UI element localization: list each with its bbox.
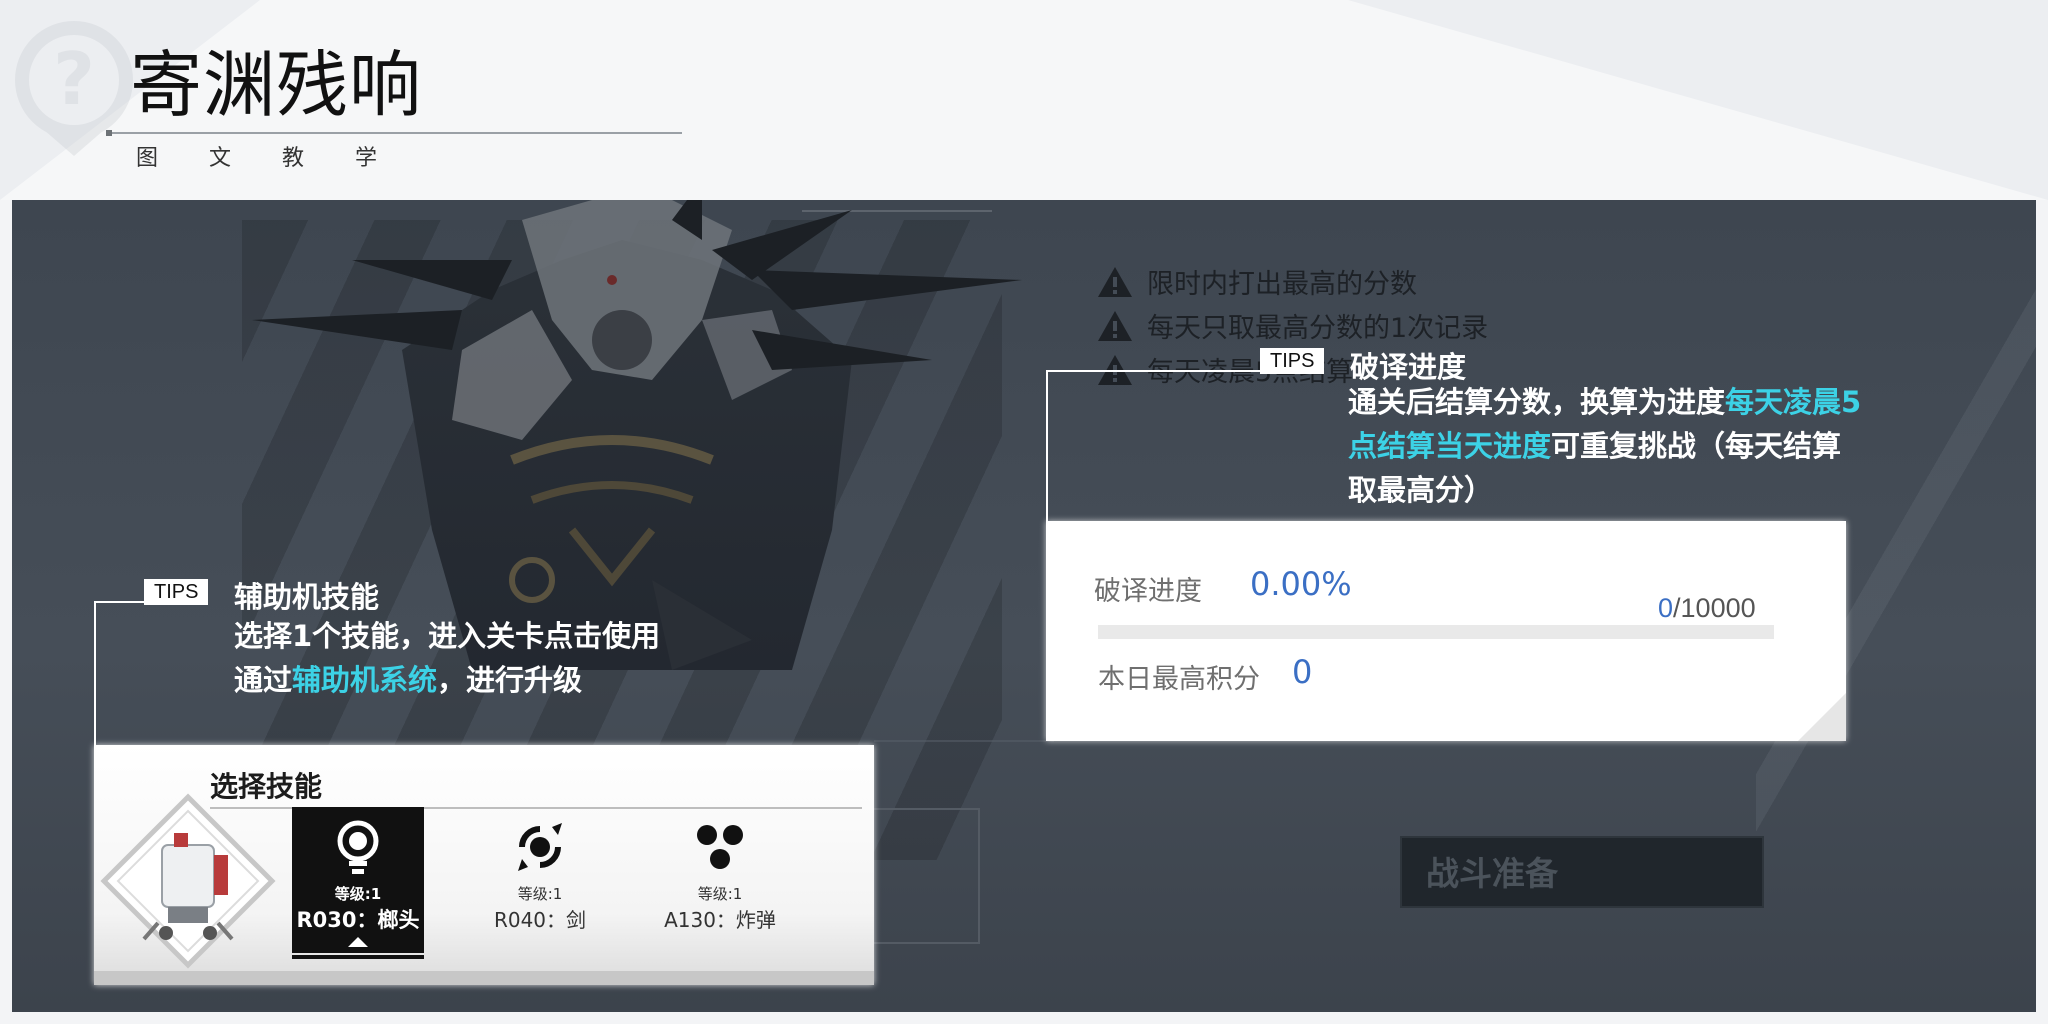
- tips-text: ，进行升级: [437, 663, 583, 697]
- progress-count: 0/10000: [1658, 593, 1756, 624]
- warning-item: 每天只取最高分数的1次记录: [1097, 306, 1488, 345]
- page-header: ? 寄渊残响 图 文 教 学: [0, 0, 2048, 200]
- scene-divider: [874, 740, 1054, 742]
- tips-highlight: 辅助机系统: [292, 663, 438, 697]
- tips-description: 通关后结算分数，换算为进度每天凌晨5点结算当天进度可重复挑战（每天结算取最高分）: [1348, 380, 1868, 512]
- skill-name: A130：炸弹: [664, 908, 776, 932]
- skill-level: 等级:1: [517, 885, 563, 903]
- selected-caret-icon: [348, 937, 368, 947]
- skill-level: 等级:1: [697, 885, 743, 903]
- skill-selection-panel: 选择技能 等级:1 R030：榔头 等级:1 R040：剑 等级:1 A130：…: [94, 745, 874, 985]
- skill-option-bomb[interactable]: 等级:1 A130：炸弹: [654, 807, 786, 953]
- progress-total: /10000: [1673, 593, 1756, 623]
- bomb-icon: [697, 825, 743, 869]
- warning-icon: [1098, 266, 1132, 297]
- callout-line: [94, 601, 144, 603]
- tips-tag: TIPS: [1260, 348, 1325, 374]
- selected-underline: [292, 955, 424, 959]
- callout-line: [1046, 370, 1048, 522]
- tips-line: 选择1个技能，进入关卡点击使用: [234, 619, 661, 653]
- tips-tag: TIPS: [144, 579, 209, 605]
- card-corner-decoration: [1798, 693, 1846, 741]
- skill-option-hammer[interactable]: 等级:1 R030：榔头: [292, 807, 424, 959]
- callout-line: [94, 601, 96, 747]
- page-title: 寄渊残响: [130, 43, 423, 127]
- tips-text: 通过: [234, 663, 293, 697]
- title-divider-dot: [106, 130, 112, 136]
- battle-ready-button[interactable]: 战斗准备: [1400, 836, 1764, 908]
- support-robot-portrait: [100, 793, 276, 969]
- skill-name: R040：剑: [493, 908, 587, 932]
- skill-level: 等级:1: [334, 885, 382, 903]
- page-subtitle: 图 文 教 学: [136, 146, 399, 171]
- faded-ui-frame: [862, 808, 980, 944]
- sword-icon: [518, 823, 562, 871]
- score-value: 0: [1292, 653, 1313, 691]
- tips-text: 通关后结算分数，换算为进度: [1348, 385, 1726, 419]
- warning-icon: [1098, 310, 1132, 341]
- help-icon: ?: [15, 21, 133, 156]
- score-label: 本日最高积分: [1098, 664, 1260, 695]
- tips-title: 辅助机技能: [234, 580, 380, 614]
- callout-line: [1046, 370, 1260, 372]
- hammer-icon: [337, 820, 379, 874]
- warning-text: 每天只取最高分数的1次记录: [1147, 313, 1489, 344]
- decode-progress-card: 破译进度 0.00% 0/10000 本日最高积分 0: [1046, 521, 1846, 741]
- warning-item: 限时内打出最高的分数: [1097, 262, 1417, 301]
- skill-name: R030：榔头: [296, 908, 420, 932]
- progress-label: 破译进度: [1094, 576, 1202, 607]
- progress-percent: 0.00%: [1250, 565, 1352, 603]
- panel-bottom-shade: [94, 971, 874, 985]
- tips-line: 通过辅助机系统，进行升级: [234, 658, 582, 702]
- header-decoration-right: [1348, 0, 2048, 200]
- title-divider: [108, 132, 682, 134]
- skill-option-sword[interactable]: 等级:1 R040：剑: [474, 807, 606, 953]
- warning-text: 限时内打出最高的分数: [1147, 269, 1417, 300]
- progress-bar: [1098, 625, 1774, 639]
- progress-current: 0: [1658, 593, 1674, 623]
- svg-text:?: ?: [53, 37, 95, 121]
